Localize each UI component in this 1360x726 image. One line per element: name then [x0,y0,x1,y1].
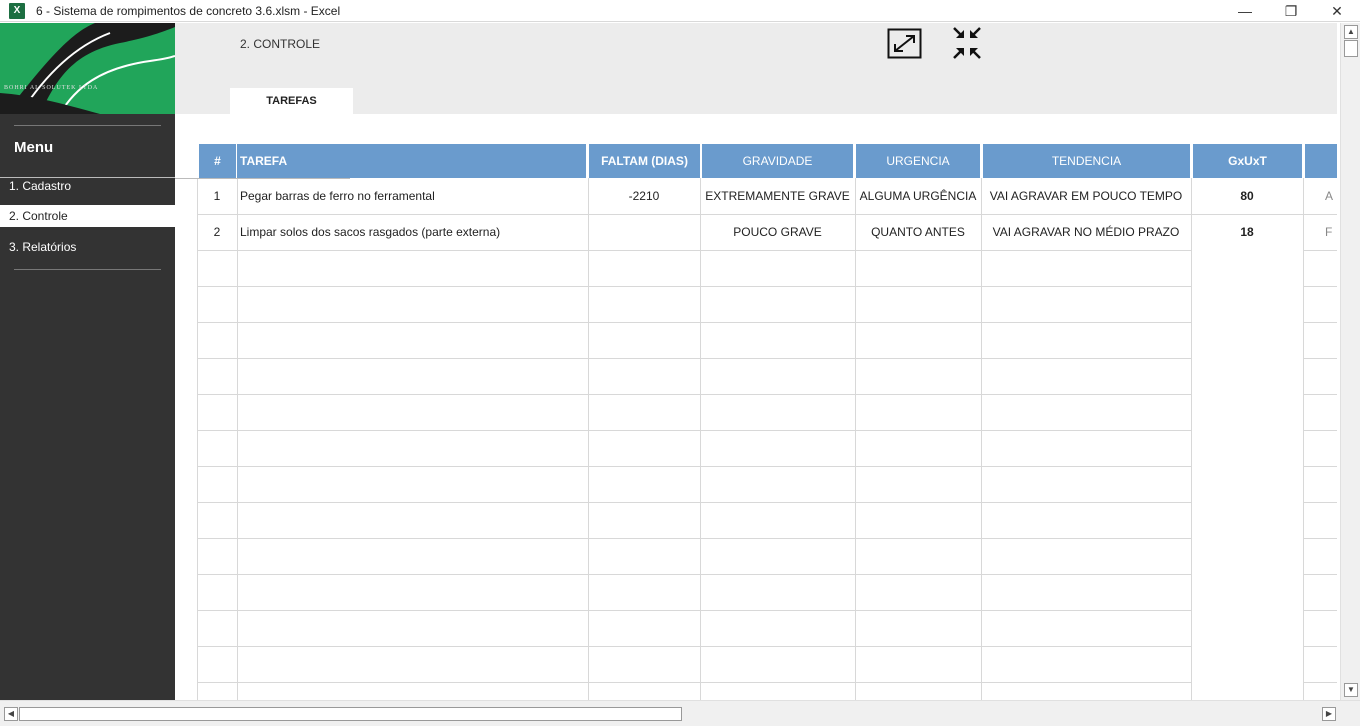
cell-gravidade[interactable]: EXTREMAMENTE GRAVE [700,178,855,214]
vertical-scrollbar[interactable]: ▲ ▼ [1340,23,1360,700]
scroll-right-arrow-icon[interactable]: ▶ [1322,707,1336,721]
cell-faltam[interactable] [588,214,700,250]
grid-vline [197,178,198,700]
cell-tarefa[interactable]: Limpar solos dos sacos rasgados (parte e… [240,214,586,250]
col-header-gravidade: GRAVIDADE [702,144,853,178]
grid-hline [1303,394,1337,395]
grid-hline [1303,538,1337,539]
cell-extra[interactable]: F [1325,214,1337,250]
page-title: 2. CONTROLE [240,37,321,51]
grid-hline [197,610,1191,611]
grid-hline [197,286,1191,287]
cell-urgencia[interactable]: QUANTO ANTES [855,214,981,250]
col-header-tarefa: TAREFA [237,144,586,178]
grid-hline [1303,682,1337,683]
scroll-left-arrow-icon[interactable]: ◀ [4,707,18,721]
grid-hline [197,574,1191,575]
grid-vline [1303,178,1304,700]
window-title: 6 - Sistema de rompimentos de concreto 3… [36,4,341,18]
scroll-down-arrow-icon[interactable]: ▼ [1344,683,1358,697]
sidebar-item-cadastro[interactable]: 1. Cadastro [0,175,175,197]
cell-faltam[interactable]: -2210 [588,178,700,214]
grid-hline [197,502,1191,503]
tasks-table: # TAREFA FALTAM (DIAS) GRAVIDADE URGENCI… [175,114,1337,700]
grid-vline [700,178,701,700]
grid-vline [1191,178,1192,700]
cell-tendencia[interactable]: VAI AGRAVAR NO MÉDIO PRAZO [981,214,1191,250]
logo-text: BOHRI AL SOLUTEK LTDA [4,85,99,91]
grid-hline [1303,322,1337,323]
grid-hline [197,322,1191,323]
scroll-up-arrow-icon[interactable]: ▲ [1344,25,1358,39]
grid-hline [1303,502,1337,503]
vertical-scroll-thumb[interactable] [1344,40,1358,57]
close-button[interactable]: ✕ [1314,0,1360,22]
grid-hline [197,538,1191,539]
grid-hline [1303,250,1337,251]
grid-hline [1303,574,1337,575]
cell-extra[interactable]: A [1325,178,1337,214]
compress-icon[interactable] [951,25,983,61]
cell-gxuxt[interactable]: 18 [1191,214,1303,250]
cell-tendencia[interactable]: VAI AGRAVAR EM POUCO TEMPO [981,178,1191,214]
page-header: 2. CONTROLE TAREFAS [175,23,1337,114]
grid-hline [197,430,1191,431]
col-header-next [1305,144,1337,178]
grid-hline [197,358,1191,359]
grid-vline [237,178,238,700]
grid-hline [197,682,1191,683]
col-header-gxuxt: GxUxT [1193,144,1302,178]
cell-num[interactable]: 1 [197,178,237,214]
grid-vline [855,178,856,700]
expand-icon[interactable] [887,28,922,59]
horizontal-scrollbar[interactable]: ◀ ▶ [0,700,1360,726]
grid-hline [1303,610,1337,611]
cell-gravidade[interactable]: POUCO GRAVE [700,214,855,250]
cell-num[interactable]: 2 [197,214,237,250]
grid-hline [1303,430,1337,431]
grid-hline [197,466,1191,467]
tab-tarefas[interactable]: TAREFAS [230,88,353,114]
menu-divider-top [14,125,161,126]
grid-vline [981,178,982,700]
grid-hline [1303,646,1337,647]
company-logo: BOHRI AL SOLUTEK LTDA [0,23,175,114]
sidebar: BOHRI AL SOLUTEK LTDA Menu 1. Cadastro 2… [0,23,175,700]
grid-vline [588,178,589,700]
grid-hline [1303,466,1337,467]
menu-divider-bottom [14,269,161,270]
col-header-urgencia: URGENCIA [856,144,980,178]
col-header-faltam: FALTAM (DIAS) [589,144,700,178]
minimize-button[interactable]: — [1222,0,1268,22]
cell-tarefa[interactable]: Pegar barras de ferro no ferramental [240,178,586,214]
menu-title: Menu [14,139,54,156]
col-header-num: # [199,144,236,178]
road-logo-graphic [0,23,175,114]
grid-hline [1303,286,1337,287]
grid-hline [1303,358,1337,359]
restore-button[interactable]: ❐ [1268,0,1314,22]
grid-hline [197,394,1191,395]
window-titlebar: X 6 - Sistema de rompimentos de concreto… [0,0,1360,22]
grid-hline [197,646,1191,647]
sidebar-item-controle[interactable]: 2. Controle [0,205,175,227]
cell-urgencia[interactable]: ALGUMA URGÊNCIA [855,178,981,214]
sidebar-item-relatorios[interactable]: 3. Relatórios [0,236,175,258]
cell-gxuxt[interactable]: 80 [1191,178,1303,214]
horizontal-scroll-thumb[interactable] [19,707,682,721]
col-header-tendencia: TENDENCIA [983,144,1190,178]
grid-hline [197,250,1191,251]
excel-app-icon: X [9,3,25,19]
